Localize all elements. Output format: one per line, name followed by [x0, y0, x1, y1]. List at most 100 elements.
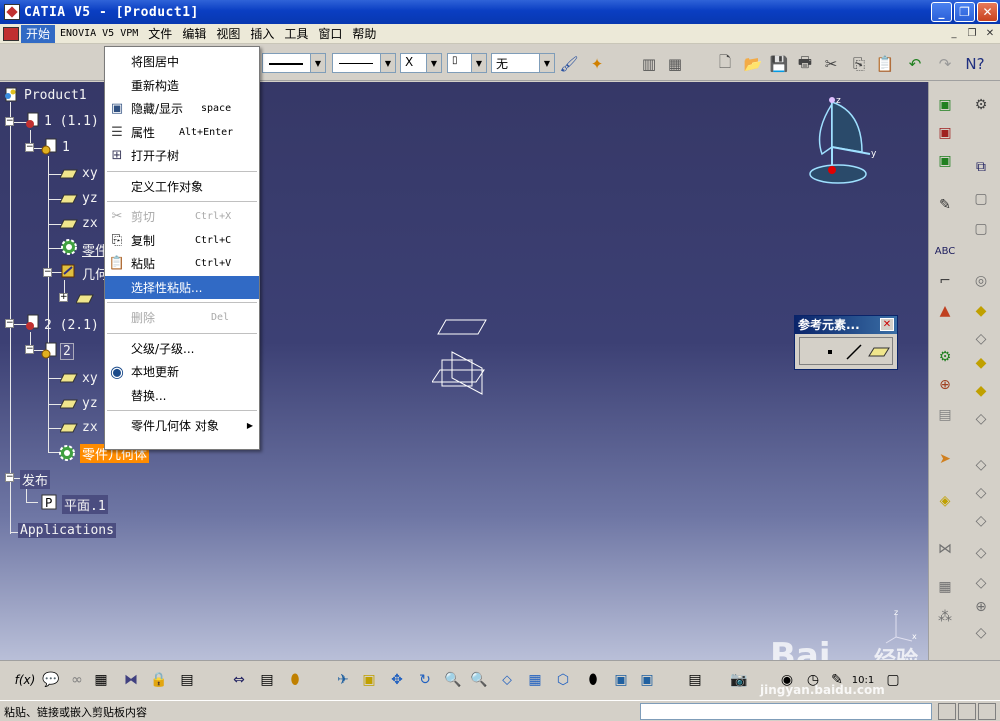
- collapse-toggle[interactable]: −: [5, 117, 14, 126]
- point-symbol-combo[interactable]: X ▼: [400, 53, 442, 73]
- collapse-toggle[interactable]: −: [43, 268, 52, 277]
- doc-minimize-button[interactable]: _: [946, 26, 962, 41]
- draft-icon[interactable]: ◆: [969, 380, 993, 402]
- measure-distance-icon[interactable]: ⇔: [228, 669, 250, 691]
- swap-space-icon[interactable]: ▣: [636, 669, 658, 691]
- rotate-icon[interactable]: ◇: [969, 572, 993, 594]
- extrude-icon[interactable]: ▢: [969, 188, 993, 210]
- capture-icon[interactable]: 📷: [728, 669, 750, 691]
- hide-icon[interactable]: ▣: [610, 669, 632, 691]
- grid-snap-icon[interactable]: ▢: [882, 669, 904, 691]
- point-icon[interactable]: [820, 342, 840, 362]
- gear-icon[interactable]: ⚙: [969, 94, 993, 116]
- fit-all-icon[interactable]: ▣: [358, 669, 380, 691]
- product-management-icon[interactable]: ▣: [933, 94, 957, 116]
- hole-icon[interactable]: ◎: [969, 270, 993, 292]
- layers-icon[interactable]: ◈: [933, 490, 957, 512]
- existing-component-icon[interactable]: ▣: [933, 150, 957, 172]
- menu-file[interactable]: 文件: [143, 25, 177, 43]
- fillet-icon[interactable]: ◇: [969, 328, 993, 350]
- measure-item-icon[interactable]: ▤: [256, 669, 278, 691]
- menu-view[interactable]: 视图: [211, 25, 245, 43]
- analysis-icon[interactable]: ▦: [664, 53, 686, 75]
- pattern-icon[interactable]: ◇: [969, 542, 993, 564]
- shading-icon[interactable]: ⬮: [582, 669, 604, 691]
- redo-icon[interactable]: ↷: [934, 53, 956, 75]
- close-icon[interactable]: ✕: [880, 318, 894, 331]
- document-icon[interactable]: [3, 26, 19, 41]
- scene-icon[interactable]: ▤: [933, 404, 957, 426]
- menu-item-center-graph[interactable]: 将图居中: [105, 50, 259, 74]
- tree-root-product1[interactable]: Product1: [24, 88, 87, 103]
- insert-component-icon[interactable]: ▣: [933, 122, 957, 144]
- menu-item-properties[interactable]: ☰ 属性 Alt+Enter: [105, 121, 259, 145]
- undo-icon[interactable]: ↶: [904, 53, 926, 75]
- part-instance-icon[interactable]: [24, 112, 42, 130]
- menu-window[interactable]: 窗口: [313, 25, 347, 43]
- menu-item-open-subtree[interactable]: ⊞ 打开子树: [105, 144, 259, 168]
- menu-item-part-body-object[interactable]: 零件几何体 对象 ▶: [105, 414, 259, 438]
- copy-icon[interactable]: ⎘: [848, 53, 870, 75]
- new-file-icon[interactable]: 🗋: [714, 53, 736, 75]
- menu-item-local-update[interactable]: ◉ 本地更新: [105, 360, 259, 384]
- table-icon[interactable]: ▦: [90, 669, 112, 691]
- tree-applications[interactable]: Applications: [18, 523, 116, 538]
- tree-publish[interactable]: 发布: [20, 470, 51, 489]
- grid-icon[interactable]: ⁂: [933, 606, 957, 628]
- menu-enovia[interactable]: ENOVIA V5 VPM: [55, 25, 143, 43]
- specification-tree-icon[interactable]: ▥: [638, 53, 660, 75]
- graphic-properties-icon[interactable]: ✦: [586, 53, 608, 75]
- tree-plane-xy-2[interactable]: xy: [82, 371, 98, 386]
- save-icon[interactable]: 💾: [768, 53, 790, 75]
- tree-node-2[interactable]: 2 (2.1): [44, 318, 99, 333]
- law-icon[interactable]: ∞: [66, 669, 88, 691]
- formula-icon[interactable]: f(x): [14, 669, 36, 691]
- multi-view-icon[interactable]: ▦: [524, 669, 546, 691]
- inertia-icon[interactable]: ⬮: [284, 669, 306, 691]
- menu-item-reframe[interactable]: 重新构造: [105, 74, 259, 98]
- collapse-toggle[interactable]: −: [25, 345, 34, 354]
- tree-plane1[interactable]: 平面.1: [62, 495, 108, 514]
- command-input[interactable]: [640, 703, 932, 720]
- tree-plane-zx-2[interactable]: zx: [82, 420, 98, 435]
- reference-elements-toolbar[interactable]: 参考元素... ✕: [794, 315, 898, 370]
- menu-item-define-work-object[interactable]: 定义工作对象: [105, 175, 259, 199]
- sketcher-icon[interactable]: ✎: [933, 194, 957, 216]
- menu-start[interactable]: 开始: [21, 24, 56, 43]
- layer-combo[interactable]: ▯ ▼: [447, 53, 487, 73]
- menu-tools[interactable]: 工具: [279, 25, 313, 43]
- mirror-icon[interactable]: ◇: [969, 510, 993, 532]
- help-icon[interactable]: N?: [964, 53, 986, 75]
- chamfer-icon[interactable]: ◇: [969, 482, 993, 504]
- part-geometry-preview[interactable]: [432, 312, 502, 402]
- menu-insert[interactable]: 插入: [245, 25, 279, 43]
- maximize-button[interactable]: ❐: [954, 2, 975, 22]
- minimize-button[interactable]: _: [931, 2, 952, 22]
- knowledge-icon[interactable]: ⧓: [120, 669, 142, 691]
- doc-close-button[interactable]: ✕: [982, 26, 998, 41]
- translate-icon[interactable]: ▦: [933, 576, 957, 598]
- close-button[interactable]: ✕: [977, 2, 998, 22]
- plane-icon[interactable]: [868, 342, 890, 362]
- tree-node-2-part[interactable]: 2: [60, 343, 74, 360]
- collapse-toggle[interactable]: −: [5, 319, 14, 328]
- comment-icon[interactable]: 💬: [40, 669, 62, 691]
- doc-restore-button[interactable]: ❐: [964, 26, 980, 41]
- expand-toggle[interactable]: +: [59, 293, 68, 302]
- line-type-combo[interactable]: ▼: [332, 53, 396, 73]
- format-painter-icon[interactable]: 🖌: [558, 53, 580, 75]
- catia-app-icon[interactable]: [4, 4, 20, 20]
- status-button-3[interactable]: [978, 703, 996, 720]
- status-button-1[interactable]: [938, 703, 956, 720]
- catalog-icon[interactable]: ⊕: [933, 374, 957, 396]
- update-part-icon[interactable]: ⚙: [933, 346, 957, 368]
- part-instance-icon[interactable]: [24, 314, 42, 332]
- fly-icon[interactable]: ✈: [332, 669, 354, 691]
- collapse-toggle[interactable]: −: [25, 143, 34, 152]
- status-button-2[interactable]: [958, 703, 976, 720]
- measure-icon[interactable]: ▲: [933, 300, 957, 322]
- menu-item-parents-children[interactable]: 父级/子级...: [105, 337, 259, 361]
- normal-view-icon[interactable]: ⬦: [496, 669, 518, 691]
- zoom-in-icon[interactable]: 🔍: [442, 669, 464, 691]
- rotate-view-icon[interactable]: ↻: [414, 669, 436, 691]
